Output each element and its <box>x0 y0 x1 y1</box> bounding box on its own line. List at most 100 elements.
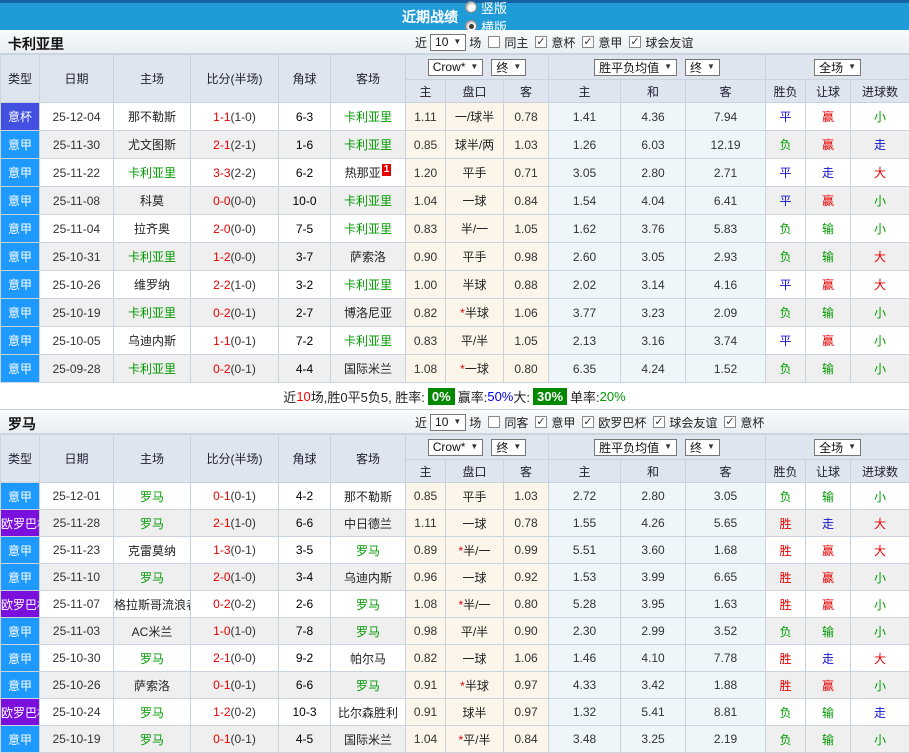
result-wdl-cell: 负 <box>766 699 806 726</box>
avg-home-cell: 6.35 <box>549 355 621 383</box>
handicap-cell: 平手 <box>446 159 504 187</box>
same-venue-checkbox[interactable] <box>488 36 500 48</box>
odds-time-select[interactable]: 终▼ <box>491 439 526 456</box>
radio-label: 竖版 <box>481 0 507 17</box>
handicap-cell: *一球 <box>446 355 504 383</box>
fulltime-score: 2-1 <box>213 651 230 665</box>
competition-label: 球会友谊 <box>669 414 717 431</box>
summary-segment: 单率: <box>570 387 600 406</box>
competition-checkbox[interactable] <box>535 416 547 428</box>
away-team-cell: 国际米兰 <box>331 355 406 383</box>
avg-draw-cell: 4.10 <box>621 645 686 672</box>
avg-home-cell: 5.51 <box>549 537 621 564</box>
result-wdl-cell: 胜 <box>766 672 806 699</box>
result-goals-cell: 大 <box>851 243 909 271</box>
table-row: 意甲25-12-01罗马0-1(0-1)4-2那不勒斯0.85平手1.032.7… <box>1 483 909 510</box>
avg-time-select[interactable]: 终▼ <box>685 439 720 456</box>
away-odds-cell: 0.84 <box>504 187 549 215</box>
result-handicap-cell: 输 <box>806 483 851 510</box>
competition-checkbox[interactable] <box>629 36 641 48</box>
score-cell: 2-2(1-0) <box>191 271 279 299</box>
avg-type-select[interactable]: 胜平负均值▼ <box>594 439 677 456</box>
competition-checkbox[interactable] <box>582 36 594 48</box>
scope-select[interactable]: 全场▼ <box>814 59 861 76</box>
home-team-cell: 卡利亚里 <box>114 243 191 271</box>
header-row-top: 类型日期主场比分(半场)角球客场Crow*▼终▼胜平负均值▼终▼全场▼ <box>1 55 909 80</box>
handicap-value: 平手 <box>462 250 486 264</box>
radio-option-vertical: 竖版 <box>465 0 507 17</box>
fulltime-score: 0-1 <box>213 732 230 746</box>
away-odds-cell: 1.06 <box>504 645 549 672</box>
result-handicap-cell: 走 <box>806 510 851 537</box>
date-cell: 25-10-30 <box>40 645 114 672</box>
away-odds-cell: 0.84 <box>504 726 549 753</box>
column-header: 类型 <box>1 55 40 103</box>
team-sections: 卡利亚里近10▼场同主意杯意甲球会友谊类型日期主场比分(半场)角球客场Crow*… <box>0 30 909 753</box>
avg-draw-cell: 3.16 <box>621 327 686 355</box>
corner-cell: 3-2 <box>279 271 331 299</box>
home-team-cell: 罗马 <box>114 483 191 510</box>
avg-time-select-value: 终 <box>690 439 702 456</box>
home-odds-cell: 0.91 <box>406 699 446 726</box>
handicap-cell: *半/一 <box>446 591 504 618</box>
table-row: 意甲25-10-19卡利亚里0-2(0-1)2-7博洛尼亚0.82*半球1.06… <box>1 299 909 327</box>
scope-select[interactable]: 全场▼ <box>814 439 861 456</box>
avg-away-cell: 3.05 <box>686 483 766 510</box>
avg-home-cell: 5.28 <box>549 591 621 618</box>
away-odds-cell: 1.05 <box>504 215 549 243</box>
date-cell: 25-11-07 <box>40 591 114 618</box>
competition-checkbox[interactable] <box>724 416 736 428</box>
result-goals-cell: 大 <box>851 271 909 299</box>
home-team-cell: 萨索洛 <box>114 672 191 699</box>
date-cell: 25-11-28 <box>40 510 114 537</box>
odds-time-select[interactable]: 终▼ <box>491 59 526 76</box>
home-odds-cell: 0.82 <box>406 645 446 672</box>
result-handicap-cell: 赢 <box>806 131 851 159</box>
avg-draw-cell: 3.76 <box>621 215 686 243</box>
match-type-cell: 意甲 <box>1 645 40 672</box>
table-row: 意甲25-10-30罗马2-1(0-0)9-2帕尔马0.82一球1.061.46… <box>1 645 909 672</box>
same-venue-checkbox[interactable] <box>488 416 500 428</box>
away-team-cell: 国际米兰 <box>331 726 406 753</box>
away-team-cell: 卡利亚里 <box>331 131 406 159</box>
date-cell: 25-10-19 <box>40 299 114 327</box>
score-cell: 1-2(0-0) <box>191 243 279 271</box>
competition-checkbox[interactable] <box>653 416 665 428</box>
result-wdl-cell: 平 <box>766 327 806 355</box>
halftime-score: (0-1) <box>231 732 256 746</box>
sub-column-header: 和 <box>621 460 686 483</box>
score-cell: 2-1(1-0) <box>191 510 279 537</box>
competition-checkbox[interactable] <box>582 416 594 428</box>
avg-type-select[interactable]: 胜平负均值▼ <box>594 59 677 76</box>
corner-cell: 3-4 <box>279 564 331 591</box>
match-count-select[interactable]: 10▼ <box>430 414 466 431</box>
table-row: 意甲25-10-31卡利亚里1-2(0-0)3-7萨索洛0.90平手0.982.… <box>1 243 909 271</box>
avg-away-cell: 1.88 <box>686 672 766 699</box>
red-card-badge: 1 <box>382 164 392 176</box>
score-cell: 1-1(0-1) <box>191 327 279 355</box>
avg-time-select[interactable]: 终▼ <box>685 59 720 76</box>
radio-button[interactable] <box>465 1 477 13</box>
handicap-value: 一球 <box>462 571 486 585</box>
result-wdl-cell: 胜 <box>766 645 806 672</box>
result-goals-cell: 小 <box>851 564 909 591</box>
avg-home-cell: 2.30 <box>549 618 621 645</box>
away-odds-cell: 0.80 <box>504 591 549 618</box>
away-team-cell: 比尔森胜利 <box>331 699 406 726</box>
result-goals-cell: 小 <box>851 299 909 327</box>
column-header: 比分(半场) <box>191 435 279 483</box>
handicap-cell: 平手 <box>446 483 504 510</box>
competition-checkbox[interactable] <box>535 36 547 48</box>
avg-home-cell: 2.13 <box>549 327 621 355</box>
result-goals-cell: 走 <box>851 131 909 159</box>
away-odds-cell: 0.78 <box>504 510 549 537</box>
handicap-cell: 一球 <box>446 564 504 591</box>
match-count-select[interactable]: 10▼ <box>430 34 466 51</box>
odds-company-select[interactable]: Crow*▼ <box>428 439 484 456</box>
date-cell: 25-10-26 <box>40 672 114 699</box>
sub-column-header: 客 <box>504 80 549 103</box>
handicap-cell: *半球 <box>446 299 504 327</box>
handicap-value: 平手 <box>462 166 486 180</box>
column-header: 类型 <box>1 435 40 483</box>
odds-company-select[interactable]: Crow*▼ <box>428 59 484 76</box>
